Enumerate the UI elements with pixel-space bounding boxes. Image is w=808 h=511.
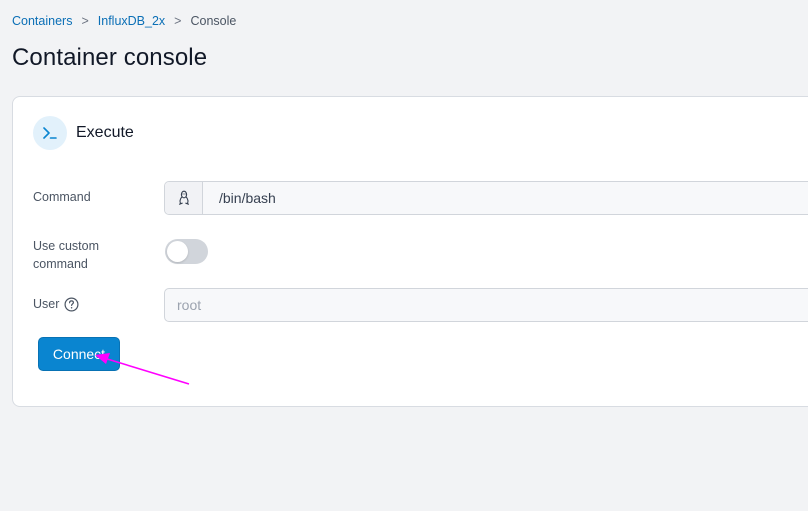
panel-header: Execute <box>33 116 134 150</box>
toggle-knob <box>167 241 188 262</box>
page-title: Container console <box>12 44 208 71</box>
question-circle-icon[interactable] <box>64 297 79 312</box>
command-label: Command <box>33 190 91 204</box>
custom-command-toggle[interactable] <box>165 239 208 264</box>
command-select[interactable]: /bin/bash <box>164 181 808 215</box>
custom-command-label: Use custom command <box>33 237 99 273</box>
linux-icon <box>165 182 203 214</box>
user-label: User <box>33 295 79 313</box>
user-input[interactable]: root <box>164 288 808 322</box>
custom-command-label-line1: Use custom <box>33 239 99 253</box>
user-label-text: User <box>33 297 60 311</box>
breadcrumb-current: Console <box>190 14 237 28</box>
breadcrumb: Containers > InfluxDB_2x > Console <box>12 14 236 28</box>
breadcrumb-link-containers[interactable]: Containers <box>12 14 72 28</box>
connect-button[interactable]: Connect <box>38 337 120 371</box>
panel-title: Execute <box>76 124 134 141</box>
command-value: /bin/bash <box>219 190 276 206</box>
breadcrumb-link-container[interactable]: InfluxDB_2x <box>98 14 165 28</box>
terminal-icon <box>33 116 67 150</box>
custom-command-label-line2: command <box>33 257 88 271</box>
execute-panel: Execute Command /bin/bash Use custom com… <box>12 96 808 407</box>
breadcrumb-separator: > <box>81 14 89 28</box>
breadcrumb-separator: > <box>174 14 182 28</box>
user-input-placeholder: root <box>177 297 202 313</box>
